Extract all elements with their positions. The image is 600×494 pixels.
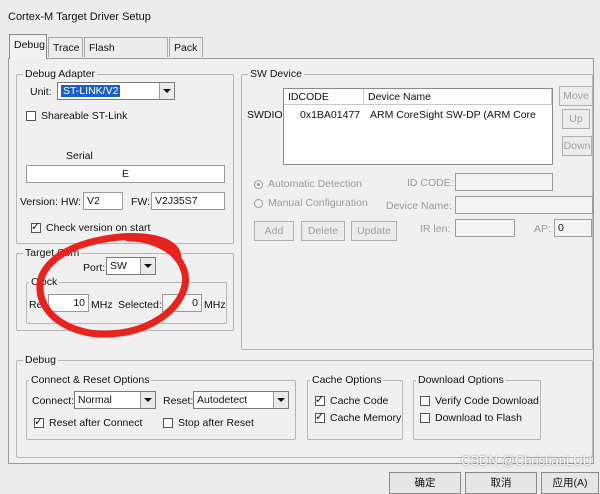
tab-debug[interactable]: Debug (9, 34, 47, 59)
red-circle-annotation (36, 233, 189, 338)
watermark-text: CSDN @ChristianLUU (461, 453, 592, 468)
